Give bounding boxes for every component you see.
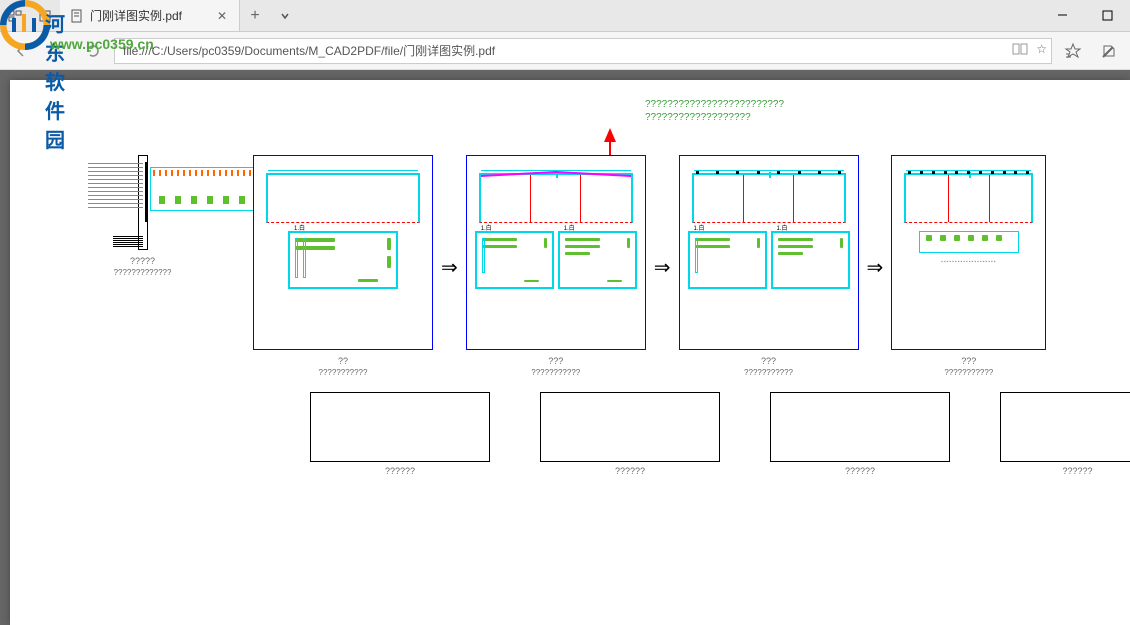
back-button[interactable] <box>6 36 36 66</box>
diagram-caption: ??? <box>961 356 976 366</box>
pdf-viewport[interactable]: ????????????????????????? ??????????????… <box>0 70 1130 625</box>
diagram-subcaption: ??????????? <box>531 368 580 377</box>
placeholder-box-1: ?????? <box>310 392 490 476</box>
new-tab-button[interactable]: + <box>240 7 270 25</box>
placeholder-box-3: ?????? <box>770 392 950 476</box>
tab-title: 门刚详图实例.pdf <box>90 7 182 24</box>
tab-preview-icon[interactable] <box>0 9 30 23</box>
page-watermark-text: ????????????????????????? ??????????????… <box>645 98 784 124</box>
arrow-separator-icon: ⇒ <box>441 255 458 280</box>
maximize-button[interactable] <box>1085 0 1130 32</box>
addressbar: file:///C:/Users/pc0359/Documents/M_CAD2… <box>0 32 1130 70</box>
forward-button[interactable] <box>42 36 72 66</box>
diagram-subcaption: ??????????? <box>744 368 793 377</box>
window-controls <box>1040 0 1130 32</box>
diagram-caption: ??? <box>548 356 563 366</box>
step-diagram-2: 1.白 1.白 <box>466 155 646 377</box>
tab-chevron-icon[interactable] <box>270 10 300 22</box>
arrow-separator-icon: ⇒ <box>654 255 671 280</box>
tab-close-button[interactable]: ✕ <box>215 9 229 23</box>
box-caption: ?????? <box>845 466 875 476</box>
reading-view-icon[interactable] <box>1012 42 1028 59</box>
box-caption: ?????? <box>1062 466 1092 476</box>
url-input[interactable]: file:///C:/Users/pc0359/Documents/M_CAD2… <box>114 38 1052 64</box>
step-diagram-1: 1.白 ?? ??????????? <box>253 155 433 377</box>
step-diagram-4: ▪▪▪▪▪▪▪▪▪▪▪▪▪▪▪▪▪▪▪▪ ??? ??????????? <box>891 155 1046 377</box>
favorite-star-icon[interactable]: ☆ <box>1036 42 1047 59</box>
overview-diagram: ????? ????????????? <box>40 155 245 277</box>
titlebar: 门刚详图实例.pdf ✕ + <box>0 0 1130 32</box>
diagram-subcaption: ??????????? <box>319 368 368 377</box>
box-caption: ?????? <box>385 466 415 476</box>
step-diagram-3: 1.白 1.白 <box>679 155 859 377</box>
diagram-caption: ?? <box>338 356 348 366</box>
pdf-page: ????????????????????????? ??????????????… <box>10 80 1130 625</box>
notes-icon[interactable] <box>1094 36 1124 66</box>
browser-tab[interactable]: 门刚详图实例.pdf ✕ <box>60 0 240 31</box>
box-caption: ?????? <box>615 466 645 476</box>
bottom-boxes-row: ?????? ?????? ?????? ?????? <box>310 392 1100 476</box>
minimize-button[interactable] <box>1040 0 1085 32</box>
pdf-icon <box>70 9 84 23</box>
diagrams-row: ????? ????????????? 1.白 <box>40 155 1100 377</box>
tab-back-icon[interactable] <box>30 9 60 23</box>
placeholder-box-4: ?????? <box>1000 392 1130 476</box>
tab-strip: 门刚详图实例.pdf ✕ + <box>0 0 1040 31</box>
arrow-separator-icon: ⇒ <box>867 255 884 280</box>
diagram-subcaption: ????????????? <box>114 268 172 277</box>
diagram-caption: ????? <box>130 256 155 266</box>
diagram-subcaption: ??????????? <box>944 368 993 377</box>
diagram-caption: ??? <box>761 356 776 366</box>
url-text: file:///C:/Users/pc0359/Documents/M_CAD2… <box>123 42 495 59</box>
refresh-button[interactable] <box>78 36 108 66</box>
favorites-icon[interactable] <box>1058 36 1088 66</box>
placeholder-box-2: ?????? <box>540 392 720 476</box>
